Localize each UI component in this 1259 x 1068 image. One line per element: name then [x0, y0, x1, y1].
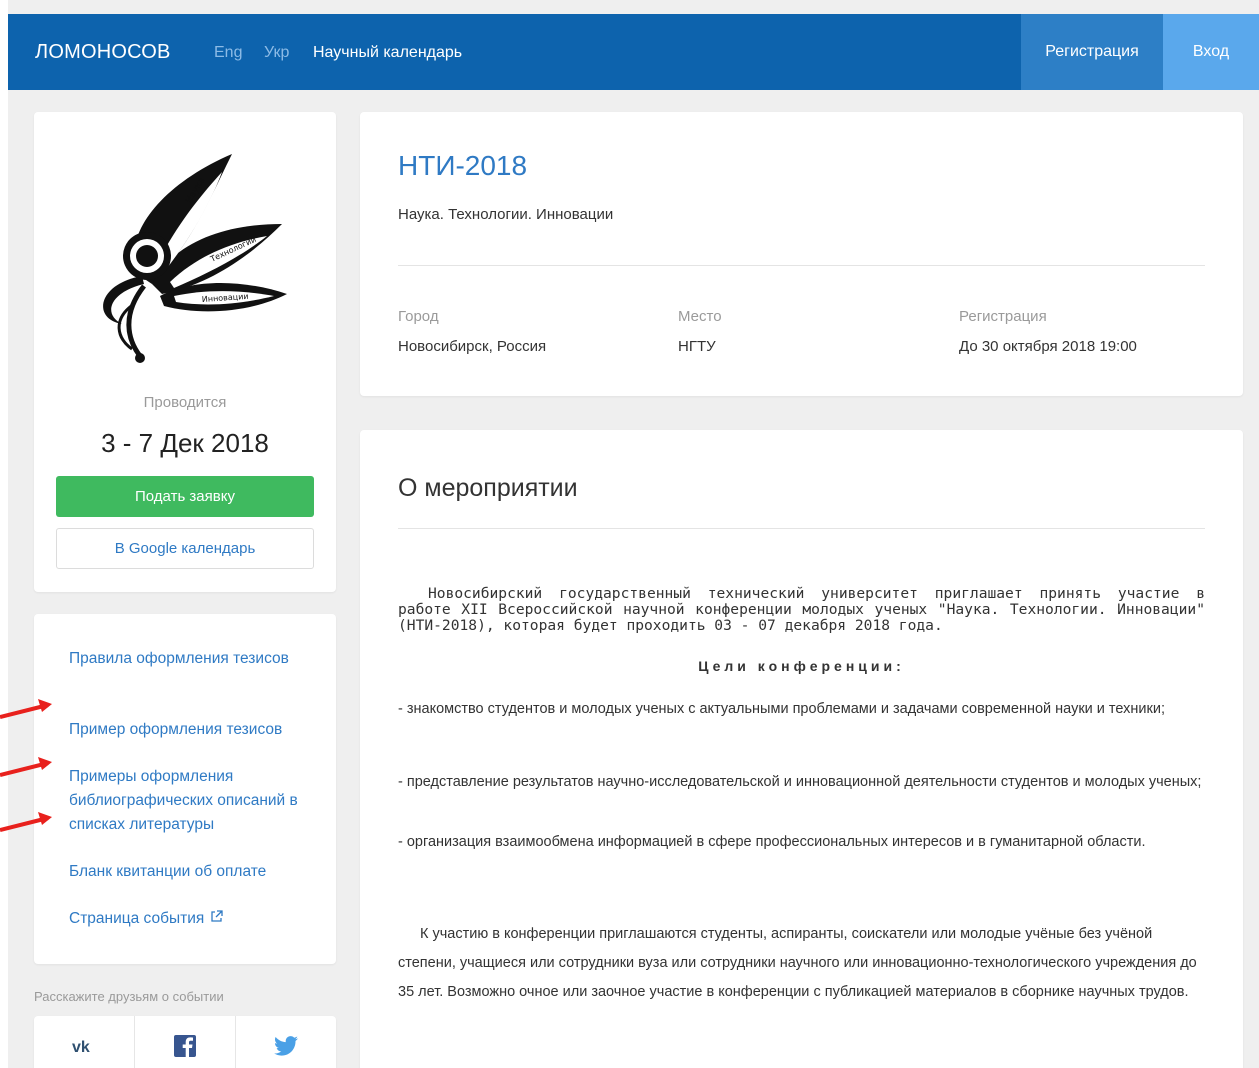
sidebar-link-thesis-example[interactable]: Пример оформления тезисов: [69, 718, 319, 742]
held-label: Проводится: [143, 394, 227, 411]
share-bar: vk: [34, 1016, 336, 1068]
share-label: Расскажите друзьям о событии: [34, 989, 224, 1004]
place-value: НГТУ: [678, 338, 716, 355]
goal-item: - знакомство студентов и молодых ученых …: [398, 701, 1165, 717]
goal-item: - организация взаимообмена информацией в…: [398, 834, 1146, 850]
event-page-label: Страница события: [69, 910, 205, 928]
science-calendar-link[interactable]: Научный календарь: [313, 44, 462, 62]
vk-icon: vk: [72, 1039, 90, 1054]
annotation-arrow-1: [0, 699, 52, 719]
share-twitter-button[interactable]: [236, 1016, 336, 1068]
facebook-icon: [174, 1035, 196, 1057]
svg-text:vk: vk: [72, 1039, 90, 1054]
share-vk-button[interactable]: vk: [34, 1016, 134, 1068]
registration-label: Регистрация: [959, 308, 1047, 325]
registration-deadline: До 30 октября 2018 19:00: [959, 338, 1137, 355]
apply-button[interactable]: Подать заявку: [56, 476, 314, 517]
sidebar-link-payment-form[interactable]: Бланк квитанции об оплате: [69, 860, 319, 884]
about-intro: Новосибирский государственный технически…: [398, 585, 1205, 634]
participants-text: К участию в конференции приглашаются сту…: [398, 926, 1197, 1000]
event-title: НТИ-2018: [398, 150, 528, 181]
goal-item: - представление результатов научно-иссле…: [398, 774, 1202, 790]
sidebar-link-thesis-rules[interactable]: Правила оформления тезисов: [69, 647, 319, 671]
header-divider: [398, 265, 1205, 266]
google-calendar-button[interactable]: В Google календарь: [56, 528, 314, 569]
lang-ukr-link[interactable]: Укр: [264, 44, 289, 62]
sidebar-link-event-page[interactable]: Страница события: [69, 907, 319, 931]
event-header-card: НТИ-2018 Наука. Технологии. Инновации Го…: [360, 112, 1243, 396]
brand-logo[interactable]: ЛОМОНОСОВ: [35, 41, 171, 64]
event-summary-card: Наука Технологии Инновации Проводится 3 …: [34, 112, 336, 592]
sidebar-link-bibliography-examples[interactable]: Примеры оформления библиографических опи…: [69, 765, 319, 837]
login-button[interactable]: Вход: [1163, 14, 1259, 90]
about-divider: [398, 528, 1205, 529]
about-title: О мероприятии: [398, 474, 578, 502]
external-link-icon: [210, 907, 223, 931]
annotation-arrow-2: [0, 757, 52, 777]
city-value: Новосибирск, Россия: [398, 338, 547, 355]
top-navbar: ЛОМОНОСОВ Eng Укр Научный календарь Реги…: [8, 14, 1259, 90]
register-button[interactable]: Регистрация: [1021, 14, 1163, 90]
city-label: Город: [398, 308, 439, 325]
about-event-card: О мероприятии Новосибирский государствен…: [360, 430, 1243, 1068]
place-label: Место: [678, 308, 722, 325]
documents-card: Правила оформления тезисов Пример оформл…: [34, 614, 336, 964]
event-logo: Наука Технологии Инновации: [82, 144, 292, 364]
event-subtitle: Наука. Технологии. Инновации: [398, 206, 614, 223]
twitter-icon: [274, 1036, 298, 1056]
share-facebook-button[interactable]: [135, 1016, 235, 1068]
event-dates: 3 - 7 Дек 2018: [101, 428, 269, 458]
goals-heading: Цели конференции:: [698, 658, 905, 674]
lang-eng-link[interactable]: Eng: [214, 44, 242, 62]
annotation-arrow-3: [0, 812, 52, 832]
